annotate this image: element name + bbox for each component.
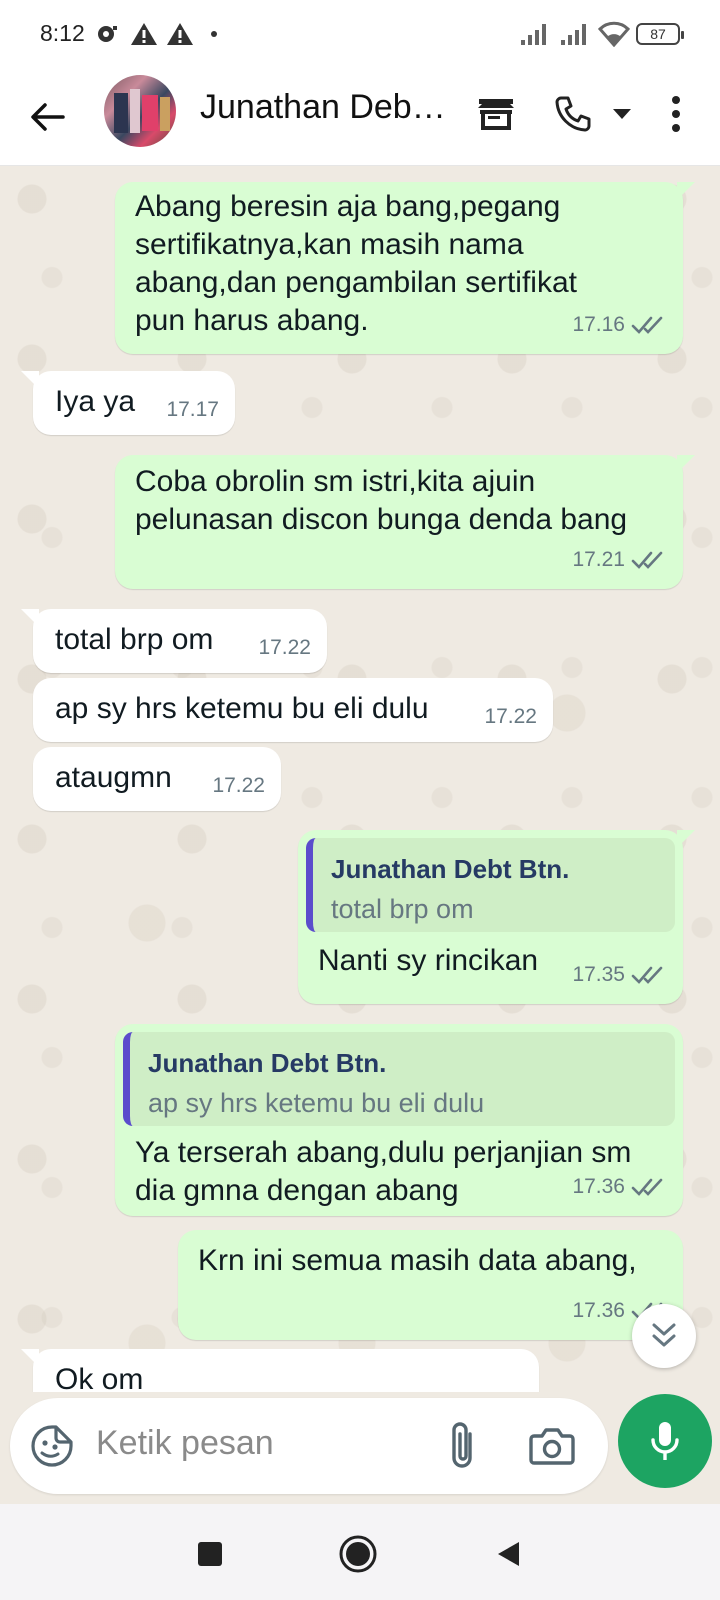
- message-text: Ok om: [55, 1363, 144, 1392]
- notification-icon: [94, 20, 120, 48]
- message-text: Abang beresin aja bang,pegang sertifikat…: [135, 190, 577, 337]
- ticks-icon: [631, 316, 663, 334]
- shop-button[interactable]: [468, 86, 524, 142]
- circle-icon: [339, 1535, 377, 1573]
- message-input-placeholder[interactable]: Ketik pesan: [96, 1424, 274, 1463]
- message-text: ataugmn: [55, 761, 172, 794]
- message-time: 17.21: [572, 548, 625, 571]
- ticks-icon: [631, 1178, 663, 1196]
- call-options-button[interactable]: [604, 86, 640, 142]
- reply-text: total brp om: [331, 894, 474, 924]
- more-options-button[interactable]: [656, 86, 696, 142]
- dropdown-icon: [613, 109, 631, 119]
- message-outgoing[interactable]: Coba obrolin sm istri,kita ajuin pelunas…: [115, 455, 695, 589]
- battery-icon: 87: [636, 23, 684, 45]
- message-meta: 17.21: [572, 541, 667, 579]
- reply-quote[interactable]: Junathan Debt Btn. total brp om: [306, 838, 675, 932]
- recents-button[interactable]: [188, 1532, 232, 1576]
- wifi-icon: [598, 20, 630, 48]
- message-text: Nanti sy rincikan: [318, 944, 539, 977]
- system-back-button[interactable]: [486, 1532, 530, 1576]
- signal-icon: [520, 20, 550, 48]
- message-incoming[interactable]: Iya ya 17.17: [21, 371, 235, 435]
- message-outgoing[interactable]: Abang beresin aja bang,pegang sertifikat…: [115, 182, 695, 354]
- triangle-back-icon: [498, 1542, 519, 1566]
- camera-icon[interactable]: [528, 1422, 576, 1470]
- sticker-icon[interactable]: [30, 1424, 74, 1468]
- message-incoming[interactable]: ataugmn 17.22: [33, 747, 281, 811]
- contact-name[interactable]: Junathan Debt Btn.: [200, 88, 450, 127]
- message-incoming[interactable]: Ok om: [21, 1349, 539, 1392]
- square-icon: [198, 1542, 222, 1566]
- ticks-icon: [631, 966, 663, 984]
- home-button[interactable]: [336, 1532, 380, 1576]
- reply-text: ap sy hrs ketemu bu eli dulu: [148, 1088, 485, 1118]
- composer: Ketik pesan: [0, 1392, 720, 1504]
- message-time: 17.22: [484, 705, 537, 728]
- chat-header: Junathan Debt Btn.: [0, 68, 720, 166]
- message-list[interactable]: Abang beresin aja bang,pegang sertifikat…: [0, 167, 720, 1392]
- signal-icon: [560, 20, 590, 48]
- system-nav-bar: [0, 1504, 720, 1600]
- status-time: 8:12: [40, 20, 85, 46]
- message-text: Krn ini semua masih data abang,: [198, 1244, 637, 1277]
- scroll-to-bottom-button[interactable]: [632, 1304, 696, 1368]
- mic-icon: [651, 1422, 679, 1460]
- ticks-icon: [631, 551, 663, 569]
- message-time: 17.16: [572, 313, 625, 336]
- voice-message-button[interactable]: [618, 1394, 712, 1488]
- attach-icon[interactable]: [440, 1420, 486, 1472]
- message-time: 17.22: [212, 774, 265, 797]
- back-button[interactable]: [22, 92, 72, 142]
- avatar[interactable]: [104, 75, 176, 147]
- message-text: Iya ya: [55, 385, 136, 418]
- message-meta: 17.36: [572, 1168, 667, 1206]
- message-incoming[interactable]: total brp om 17.22: [21, 609, 327, 673]
- message-time: 17.22: [258, 636, 311, 659]
- message-time: 17.36: [572, 1175, 625, 1198]
- reply-sender: Junathan Debt Btn.: [148, 1048, 387, 1078]
- warning-icon: [166, 20, 194, 48]
- more-vert-icon: [672, 96, 680, 132]
- double-chevron-down-icon: [652, 1323, 676, 1347]
- status-bar: 8:12 87: [0, 0, 720, 68]
- message-meta: 17.35: [572, 956, 667, 994]
- dot-icon: [210, 20, 218, 48]
- warning-icon: [130, 20, 158, 48]
- message-meta: 17.16: [572, 306, 667, 344]
- message-text: ap sy hrs ketemu bu eli dulu: [55, 692, 429, 725]
- message-input[interactable]: Ketik pesan: [10, 1398, 608, 1494]
- reply-sender: Junathan Debt Btn.: [331, 854, 570, 884]
- message-incoming[interactable]: ap sy hrs ketemu bu eli dulu 17.22: [33, 678, 553, 742]
- call-button[interactable]: [548, 86, 598, 142]
- reply-quote[interactable]: Junathan Debt Btn. ap sy hrs ketemu bu e…: [123, 1032, 675, 1126]
- shop-icon: [478, 99, 514, 130]
- message-time: 17.36: [572, 1299, 625, 1322]
- back-arrow-icon: [31, 103, 65, 131]
- phone-icon: [555, 96, 591, 132]
- message-text: total brp om: [55, 623, 214, 656]
- message-outgoing[interactable]: Junathan Debt Btn. ap sy hrs ketemu bu e…: [115, 1024, 683, 1216]
- message-outgoing[interactable]: Junathan Debt Btn. total brp om Nanti sy…: [298, 830, 695, 1004]
- message-text: Coba obrolin sm istri,kita ajuin pelunas…: [135, 465, 628, 536]
- message-time: 17.35: [572, 963, 625, 986]
- message-outgoing[interactable]: Krn ini semua masih data abang, 17.36: [178, 1230, 683, 1340]
- message-time: 17.17: [166, 398, 219, 421]
